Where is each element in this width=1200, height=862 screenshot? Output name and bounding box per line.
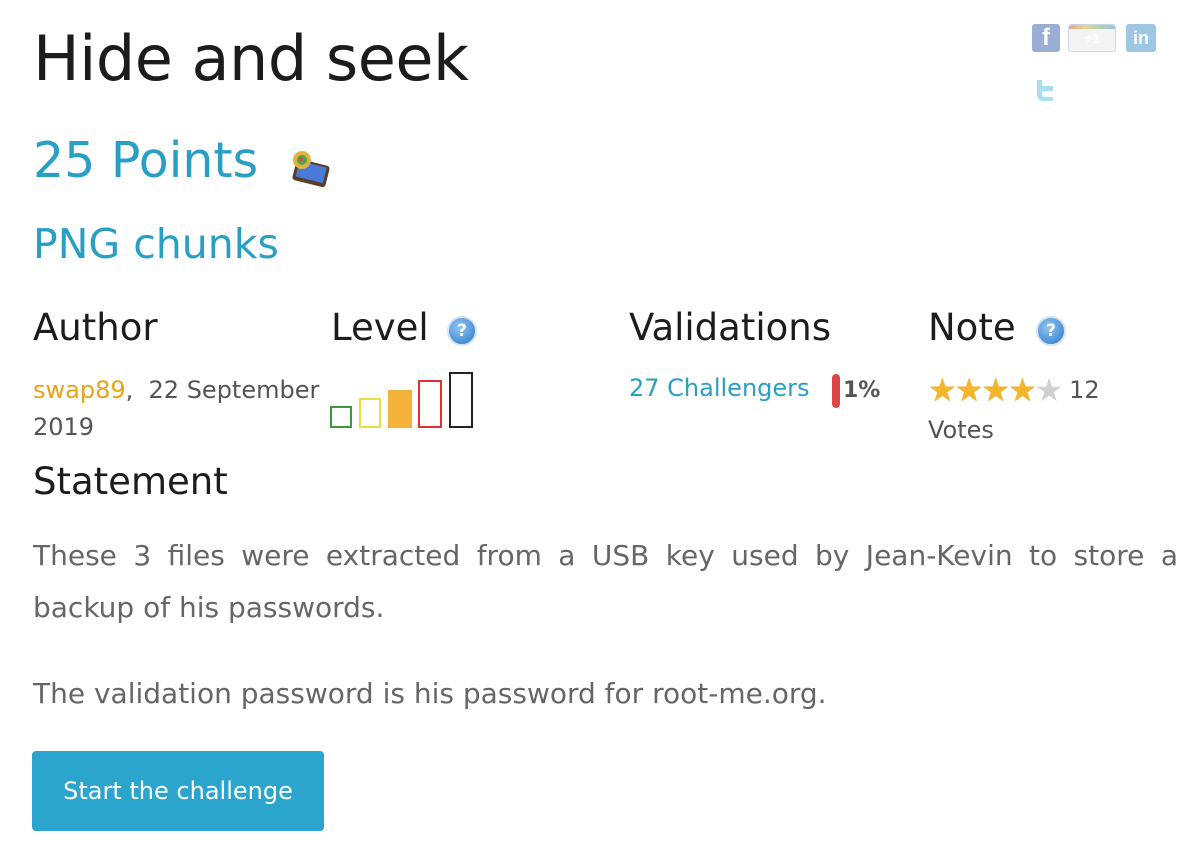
star-icon[interactable]: ★: [1008, 372, 1037, 408]
note-help-icon[interactable]: ?: [1036, 316, 1066, 346]
statement-body: These 3 files were extracted from a USB …: [33, 530, 1178, 754]
level-bar-3: [388, 390, 412, 428]
author-link[interactable]: swap89: [33, 376, 126, 404]
level-bar-5: [449, 372, 473, 428]
note-heading: Note: [928, 306, 1016, 349]
validation-rate: 1%: [843, 378, 881, 403]
statement-heading: Statement: [33, 460, 228, 503]
level-help-icon[interactable]: ?: [447, 316, 477, 346]
linkedin-button[interactable]: in: [1126, 24, 1156, 52]
twitter-bird-icon: [1037, 80, 1053, 101]
statement-paragraph: These 3 files were extracted from a USB …: [33, 539, 1178, 624]
author-heading: Author: [33, 306, 158, 349]
level-bar-4: [418, 380, 442, 428]
star-icon[interactable]: ★: [981, 372, 1010, 408]
twitter-icon[interactable]: [1032, 76, 1060, 104]
level-bar-1: [330, 406, 352, 428]
validations-heading: Validations: [629, 306, 831, 349]
rating: ★★★★★ 12 Votes: [928, 372, 1168, 449]
author-separator: ,: [125, 376, 134, 404]
star-icon[interactable]: ★: [1035, 372, 1064, 408]
validation-rate-bar: [832, 374, 840, 408]
level-heading: Level: [331, 306, 429, 349]
author-info: swap89, 22 September 2019: [33, 372, 323, 446]
level-bar-2: [359, 398, 381, 428]
statement-paragraph: The validation password is his password …: [33, 677, 827, 710]
page-title: Hide and seek: [33, 22, 469, 95]
star-icon[interactable]: ★: [955, 372, 984, 408]
start-challenge-button[interactable]: Start the challenge: [32, 751, 324, 831]
rating-stars[interactable]: ★★★★★: [928, 372, 1064, 412]
facebook-icon[interactable]: f: [1032, 24, 1060, 52]
difficulty-level-bars: [330, 372, 480, 428]
challenge-subtitle: PNG chunks: [33, 220, 279, 268]
star-icon[interactable]: ★: [928, 372, 957, 408]
google-plus-button[interactable]: +1: [1068, 24, 1116, 52]
challengers-link[interactable]: 27 Challengers: [629, 374, 810, 402]
challenge-points: 25 Points: [33, 132, 259, 189]
steganography-category-icon: [292, 151, 330, 188]
